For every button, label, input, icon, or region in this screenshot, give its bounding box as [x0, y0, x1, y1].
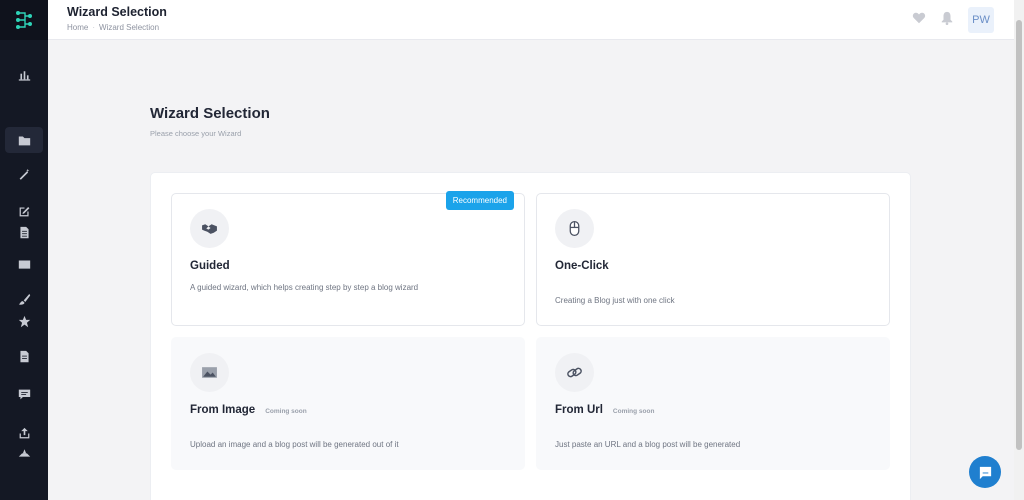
chat-icon: [979, 466, 991, 479]
notifications-button[interactable]: [940, 11, 954, 30]
wizard-description: Creating a Blog just with one click: [555, 296, 675, 305]
sidebar-item-brush[interactable]: [0, 288, 48, 310]
image-icon: [18, 259, 30, 269]
chart-icon: [18, 70, 30, 81]
wizard-icon-circle: [190, 353, 229, 392]
document-list-icon: [19, 226, 29, 238]
sidebar-item-cloud[interactable]: [0, 441, 48, 463]
star-icon: [18, 315, 30, 327]
wizard-title: One-Click: [555, 260, 609, 272]
coming-soon-label: Coming soon: [265, 408, 307, 415]
document-icon: [19, 350, 29, 362]
folder-icon: [18, 135, 30, 145]
wizard-title: Guided: [190, 260, 230, 272]
wizard-title: From Url Coming soon: [555, 404, 655, 416]
section-heading: Wizard Selection: [150, 105, 270, 122]
wizard-card-from-url: From Url Coming soon Just paste an URL a…: [536, 337, 890, 470]
wizard-title: From Image Coming soon: [190, 404, 307, 416]
logo-icon: [16, 11, 32, 29]
page-scrollbar[interactable]: [1014, 0, 1024, 500]
wizard-icon-circle: [555, 353, 594, 392]
handshake-icon: [202, 224, 217, 234]
favorites-button[interactable]: [912, 11, 926, 30]
bell-icon: [941, 11, 953, 25]
top-actions: PW: [912, 7, 994, 33]
message-icon: [18, 389, 30, 399]
wizard-icon-circle: [555, 209, 594, 248]
sidebar-item-star[interactable]: [0, 310, 48, 332]
wizard-icon-circle: [190, 209, 229, 248]
main-content: Wizard Selection Please choose your Wiza…: [48, 41, 1014, 500]
section-subheading: Please choose your Wizard: [150, 129, 242, 138]
recommended-badge: Recommended: [445, 191, 514, 210]
sidebar-item-message[interactable]: [0, 383, 48, 405]
breadcrumb-home[interactable]: Home: [67, 23, 88, 32]
breadcrumb-separator: ·: [92, 23, 96, 32]
top-bar: Wizard Selection Home · Wizard Selection…: [48, 0, 1014, 40]
sidebar-item-image[interactable]: [0, 253, 48, 275]
wizard-card-guided[interactable]: Recommended Guided A guided wizard, whic…: [171, 191, 525, 326]
link-icon: [567, 367, 582, 378]
wizard-card-from-image: From Image Coming soon Upload an image a…: [171, 337, 525, 470]
sidebar-item-magic[interactable]: [0, 163, 48, 185]
magic-wand-icon: [19, 168, 29, 180]
wizard-description: Just paste an URL and a blog post will b…: [555, 440, 741, 449]
sidebar: [0, 0, 48, 500]
image-icon: [202, 367, 217, 378]
sidebar-item-document-list[interactable]: [0, 221, 48, 243]
brush-icon: [18, 293, 30, 305]
upload-icon: [19, 427, 29, 438]
edit-icon: [19, 206, 29, 216]
sidebar-item-document[interactable]: [0, 345, 48, 367]
sidebar-item-folder[interactable]: [5, 127, 43, 153]
avatar[interactable]: PW: [968, 7, 994, 33]
cloud-icon: [18, 448, 30, 457]
mouse-icon: [569, 220, 580, 237]
logo[interactable]: [0, 0, 48, 40]
wizard-card-one-click[interactable]: One-Click Creating a Blog just with one …: [536, 193, 890, 326]
sidebar-item-chart[interactable]: [0, 63, 48, 85]
breadcrumb-current: Wizard Selection: [99, 23, 160, 32]
scrollbar-thumb[interactable]: [1016, 20, 1022, 450]
breadcrumb: Home · Wizard Selection: [67, 23, 159, 32]
coming-soon-label: Coming soon: [612, 408, 655, 415]
page-title: Wizard Selection: [67, 5, 167, 19]
wizard-description: Upload an image and a blog post will be …: [190, 440, 399, 449]
sidebar-item-edit[interactable]: [0, 200, 48, 222]
chat-button[interactable]: [969, 456, 1001, 488]
wizard-panel: Recommended Guided A guided wizard, whic…: [150, 172, 911, 500]
heart-icon: [912, 12, 926, 23]
wizard-description: A guided wizard, which helps creating st…: [190, 283, 419, 292]
